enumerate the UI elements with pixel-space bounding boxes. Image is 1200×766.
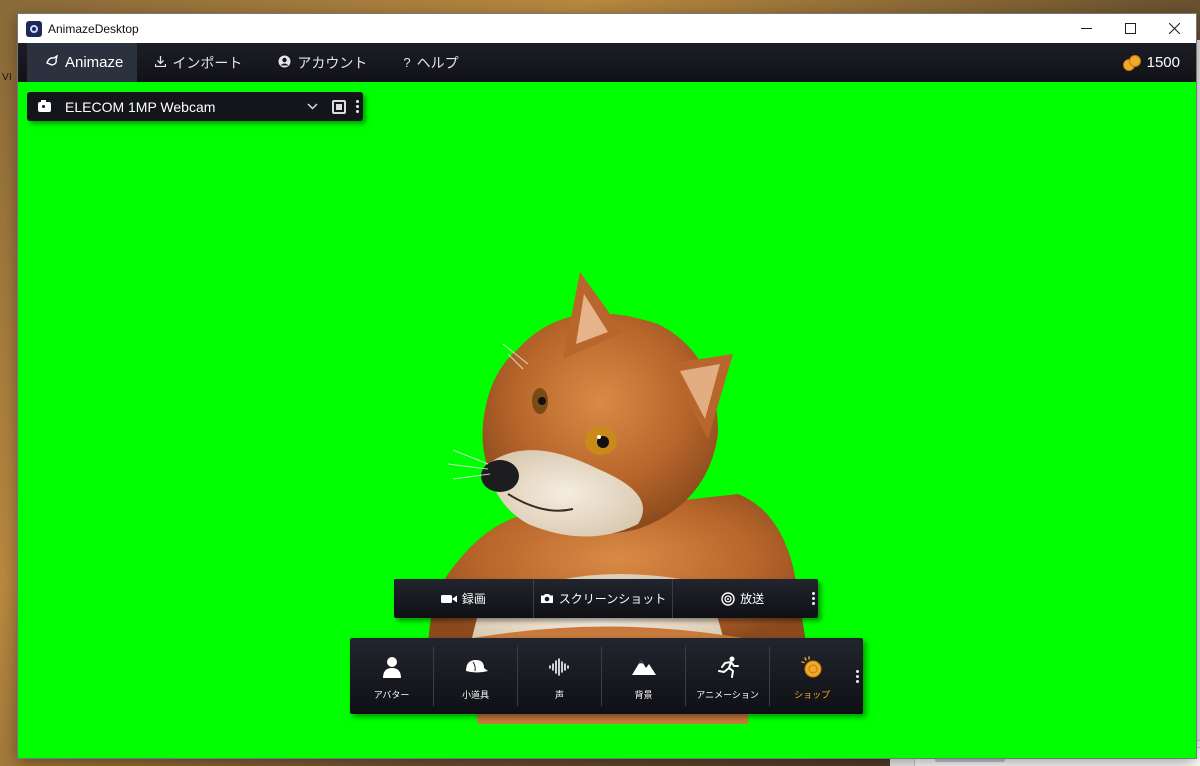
coins-icon <box>1122 54 1141 71</box>
tool-background[interactable]: 背景 <box>602 646 687 706</box>
maximize-icon <box>1124 23 1136 34</box>
minimize-button[interactable] <box>1064 14 1108 43</box>
mountain-icon <box>631 652 657 682</box>
coin-count: 1500 <box>1146 54 1180 71</box>
tool-animation[interactable]: アニメーション <box>686 646 771 706</box>
menu-help-label: ヘルプ <box>416 54 459 71</box>
menu-bar: Animaze インポート アカウント ? ヘルプ 1500 <box>18 43 1196 82</box>
tool-voice[interactable]: 声 <box>518 646 603 706</box>
desktop-edge-text: VI <box>2 72 12 83</box>
webcam-name[interactable]: ELECOM 1MP Webcam <box>65 99 215 115</box>
menu-animaze[interactable]: Animaze <box>27 43 138 82</box>
close-button[interactable] <box>1152 14 1196 43</box>
capture-more-icon[interactable] <box>812 592 816 605</box>
tool-shop[interactable]: ショップ <box>770 646 854 706</box>
app-logo-icon <box>26 20 42 37</box>
broadcast-icon <box>721 591 735 606</box>
webcam-selector: ELECOM 1MP Webcam <box>27 92 363 121</box>
menu-import-label: インポート <box>172 54 243 71</box>
broadcast-label: 放送 <box>740 592 765 606</box>
import-icon <box>155 55 167 70</box>
tool-props-label: 小道具 <box>462 689 490 700</box>
account-icon <box>278 55 291 71</box>
minimize-icon <box>1080 28 1092 29</box>
menu-account-label: アカウント <box>297 54 368 71</box>
tool-shop-label: ショップ <box>794 689 831 700</box>
animaze-logo-icon <box>45 54 59 70</box>
screenshot-button[interactable]: スクリーンショット <box>534 579 674 618</box>
coin-balance[interactable]: 1500 <box>1122 54 1180 71</box>
help-icon: ? <box>403 55 411 70</box>
menu-help[interactable]: ? ヘルプ <box>385 43 476 82</box>
cap-icon <box>463 652 489 682</box>
menu-animaze-label: Animaze <box>65 54 124 71</box>
toolbar-more-icon[interactable] <box>856 669 860 683</box>
camera-preview-toggle-icon[interactable] <box>332 99 346 114</box>
window-controls <box>1064 14 1196 43</box>
record-label: 録画 <box>461 592 486 606</box>
tool-background-label: 背景 <box>634 689 653 700</box>
main-toolbar: アバター 小道具 声 背景 アニメーション ショップ <box>350 638 863 714</box>
tool-voice-label: 声 <box>555 689 565 700</box>
close-icon <box>1168 23 1180 34</box>
menu-account[interactable]: アカウント <box>260 43 385 82</box>
avatar-icon <box>382 652 402 682</box>
voice-waveform-icon <box>548 652 571 682</box>
maximize-button[interactable] <box>1108 14 1152 43</box>
app-window: AnimazeDesktop Animaze インポート アカウント ? ヘルプ… <box>18 14 1196 758</box>
tool-animation-label: アニメーション <box>696 689 759 700</box>
record-button[interactable]: 録画 <box>394 579 534 618</box>
tool-avatar[interactable]: アバター <box>350 646 435 706</box>
title-bar: AnimazeDesktop <box>18 14 1196 43</box>
video-camera-icon <box>440 594 457 604</box>
capture-bar: 録画 スクリーンショット 放送 <box>394 579 818 618</box>
running-icon <box>717 652 739 682</box>
tool-props[interactable]: 小道具 <box>434 646 519 706</box>
window-title: AnimazeDesktop <box>48 21 139 36</box>
menu-import[interactable]: インポート <box>137 43 260 82</box>
chevron-down-icon[interactable] <box>307 100 318 113</box>
camera-icon <box>38 99 51 112</box>
broadcast-button[interactable]: 放送 <box>673 579 812 618</box>
coin-icon <box>801 652 823 682</box>
webcam-more-icon[interactable] <box>356 100 360 113</box>
screenshot-label: スクリーンショット <box>558 592 667 606</box>
camera-icon <box>540 593 554 604</box>
tool-avatar-label: アバター <box>373 689 410 700</box>
